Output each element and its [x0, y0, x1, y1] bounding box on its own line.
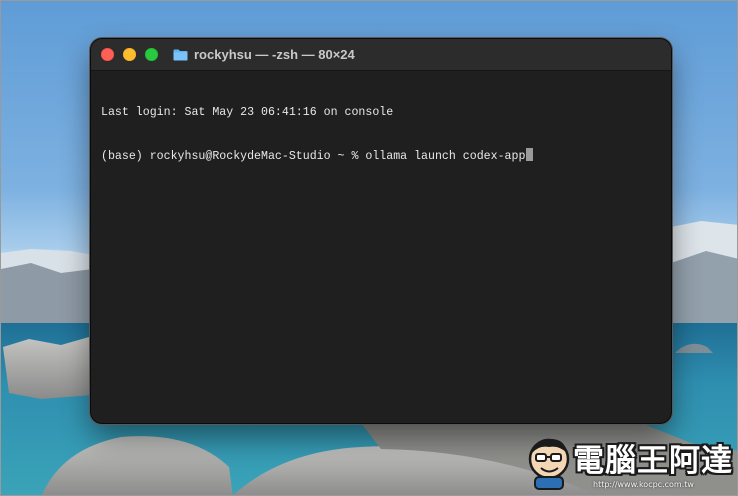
close-traffic-light[interactable]: [101, 48, 114, 61]
minimize-traffic-light[interactable]: [123, 48, 136, 61]
watermark-brand: 電腦王阿達: [573, 443, 733, 479]
title-bar[interactable]: rockyhsu — -zsh — 80×24: [91, 39, 671, 71]
watermark-url: http://www.kocpc.com.tw: [593, 480, 694, 489]
terminal-line-prompt: (base) rockyhsu@RockydeMac-Studio ~ % ol…: [101, 148, 661, 163]
mountain-left-shade: [1, 263, 93, 331]
mountain-right-shade: [671, 251, 737, 331]
desktop: rockyhsu — -zsh — 80×24 Last login: Sat …: [0, 0, 738, 496]
terminal-output[interactable]: Last login: Sat May 23 06:41:16 on conso…: [101, 78, 661, 413]
zoom-traffic-light[interactable]: [145, 48, 158, 61]
text-cursor: [526, 148, 534, 161]
terminal-line-login: Last login: Sat May 23 06:41:16 on conso…: [101, 106, 394, 119]
rock-left: [3, 337, 93, 399]
prompt-command-text: (base) rockyhsu@RockydeMac-Studio ~ % ol…: [101, 150, 526, 163]
watermark: 電腦王阿達 http://www.kocpc.com.tw: [527, 433, 735, 495]
window-title: rockyhsu — -zsh — 80×24: [194, 47, 355, 62]
folder-icon: [173, 49, 188, 60]
window-title-group: rockyhsu — -zsh — 80×24: [173, 39, 355, 70]
mascot-logo: [528, 438, 570, 490]
terminal-window[interactable]: rockyhsu — -zsh — 80×24 Last login: Sat …: [91, 39, 671, 423]
